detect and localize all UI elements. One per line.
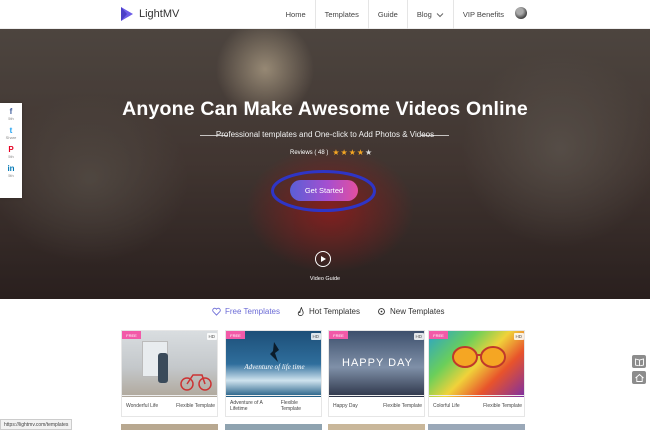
card-footer: Happy Day Flexible Template [329, 395, 424, 416]
rating-stars: ★ ★ ★ ★ ★ [332, 149, 372, 157]
facebook-icon: f [9, 107, 13, 116]
nav-blog-label: Blog [416, 10, 432, 19]
video-guide-label: Video Guide [309, 276, 341, 282]
share-count: Share [5, 135, 17, 140]
flame-icon [297, 307, 304, 316]
template-kind: Flexible Template [176, 403, 215, 409]
star-icon: ★ [365, 148, 373, 157]
browser-status-url: https://lightmv.com/templates [0, 419, 73, 430]
tab-new-templates[interactable]: New Templates [377, 307, 445, 316]
gear-icon [378, 308, 385, 315]
template-thumbnail: FREE HD [122, 331, 217, 397]
tab-hot-label: Hot Templates [309, 307, 360, 316]
main-nav: Home Templates Guide Blog VIP Benefits [277, 0, 528, 29]
template-name: Happy Day [333, 403, 358, 409]
hd-badge: HD [413, 333, 424, 340]
logo[interactable]: LightMV [120, 6, 179, 22]
template-card-next-row[interactable] [428, 424, 525, 430]
hd-badge: HD [513, 333, 524, 340]
template-kind: Flexible Template [483, 403, 522, 409]
share-count: 5th [8, 173, 14, 178]
home-float-button[interactable] [632, 371, 646, 384]
share-facebook[interactable]: f 5th [8, 107, 14, 122]
template-card[interactable]: FREE HD HAPPY DAY Happy Day Flexible Tem… [328, 330, 425, 417]
share-twitter[interactable]: t Share [6, 126, 17, 141]
share-pinterest[interactable]: P 5th [8, 145, 14, 160]
template-kind: Flexible Template [280, 400, 301, 412]
template-card[interactable]: FREE HD Colorful Life Flexible Template [428, 330, 525, 417]
thumbnail-overlay-text: HAPPY DAY [342, 357, 413, 369]
play-icon [321, 256, 326, 262]
lightmv-logo-icon [121, 7, 133, 21]
template-tabs: Free Templates Hot Templates New Templat… [0, 307, 650, 321]
share-count: 5th [8, 116, 14, 121]
hero-banner: Anyone Can Make Awesome Videos Online Pr… [0, 29, 650, 299]
hero-title: Anyone Can Make Awesome Videos Online [122, 98, 528, 120]
social-share-bar: f 5th t Share P 5th in 5th [0, 103, 22, 198]
heart-icon [212, 307, 221, 316]
template-card[interactable]: FREE HD Wonderful Life Flexible Template [121, 330, 218, 417]
template-thumbnail: FREE HD [429, 331, 524, 397]
linkedin-icon: in [7, 164, 15, 173]
template-card-next-row[interactable] [121, 424, 218, 430]
nav-templates[interactable]: Templates [316, 0, 369, 29]
tab-free-templates[interactable]: Free Templates [212, 307, 280, 316]
template-name: Wonderful Life [126, 403, 159, 409]
hero-subtitle: Professional templates and One-click to … [215, 130, 435, 139]
card-footer: Colorful Life Flexible Template [429, 395, 524, 416]
free-badge: FREE [429, 331, 448, 339]
free-badge: FREE [122, 331, 141, 339]
video-guide-play-button[interactable] [315, 251, 331, 267]
template-thumbnail: FREE HD Adventure of life time [226, 331, 321, 397]
pinterest-icon: P [8, 145, 14, 154]
star-icon: ★ [340, 148, 348, 157]
template-card[interactable]: FREE HD Adventure of life time Adventure… [225, 330, 322, 417]
highlight-circle [271, 170, 376, 212]
card-footer: Wonderful Life Flexible Template [122, 395, 217, 416]
free-badge: FREE [226, 331, 245, 339]
twitter-icon: t [9, 126, 13, 135]
nav-home[interactable]: Home [277, 0, 316, 29]
template-card-next-row[interactable] [328, 424, 425, 430]
template-name: Adventure of A Lifetime [230, 400, 263, 412]
free-badge: FREE [329, 331, 348, 339]
avatar[interactable] [515, 7, 527, 19]
site-header: LightMV Home Templates Guide Blog VIP Be… [0, 0, 650, 29]
share-linkedin[interactable]: in 5th [7, 164, 14, 179]
star-icon: ★ [348, 148, 356, 157]
brand-name: LightMV [139, 8, 180, 20]
home-icon [634, 373, 644, 382]
template-card-next-row[interactable] [225, 424, 322, 430]
star-icon: ★ [356, 148, 365, 157]
hd-badge: HD [206, 333, 217, 340]
reviews-count: Reviews ( 48 ) [290, 150, 329, 156]
template-name: Colorful Life [433, 403, 460, 409]
tab-hot-templates[interactable]: Hot Templates [296, 307, 360, 316]
tab-new-label: New Templates [390, 307, 445, 316]
reviews: Reviews ( 48 ) ★ ★ ★ ★ ★ [290, 149, 372, 157]
template-thumbnail: FREE HD HAPPY DAY [329, 331, 424, 397]
subtitle-divider-right [421, 135, 449, 136]
chevron-down-icon [436, 12, 444, 17]
nav-blog[interactable]: Blog [408, 0, 454, 29]
share-count: 5th [8, 154, 14, 159]
hd-badge: HD [310, 333, 321, 340]
thumbnail-overlay-text: Adventure of life time [244, 363, 305, 371]
book-icon [634, 357, 644, 366]
nav-guide[interactable]: Guide [369, 0, 408, 29]
star-icon: ★ [332, 148, 340, 157]
card-footer: Adventure of A Lifetime Flexible Templat… [226, 395, 321, 416]
tab-free-label: Free Templates [225, 307, 280, 316]
feedback-button[interactable] [632, 355, 646, 368]
template-kind: Flexible Template [383, 403, 422, 409]
